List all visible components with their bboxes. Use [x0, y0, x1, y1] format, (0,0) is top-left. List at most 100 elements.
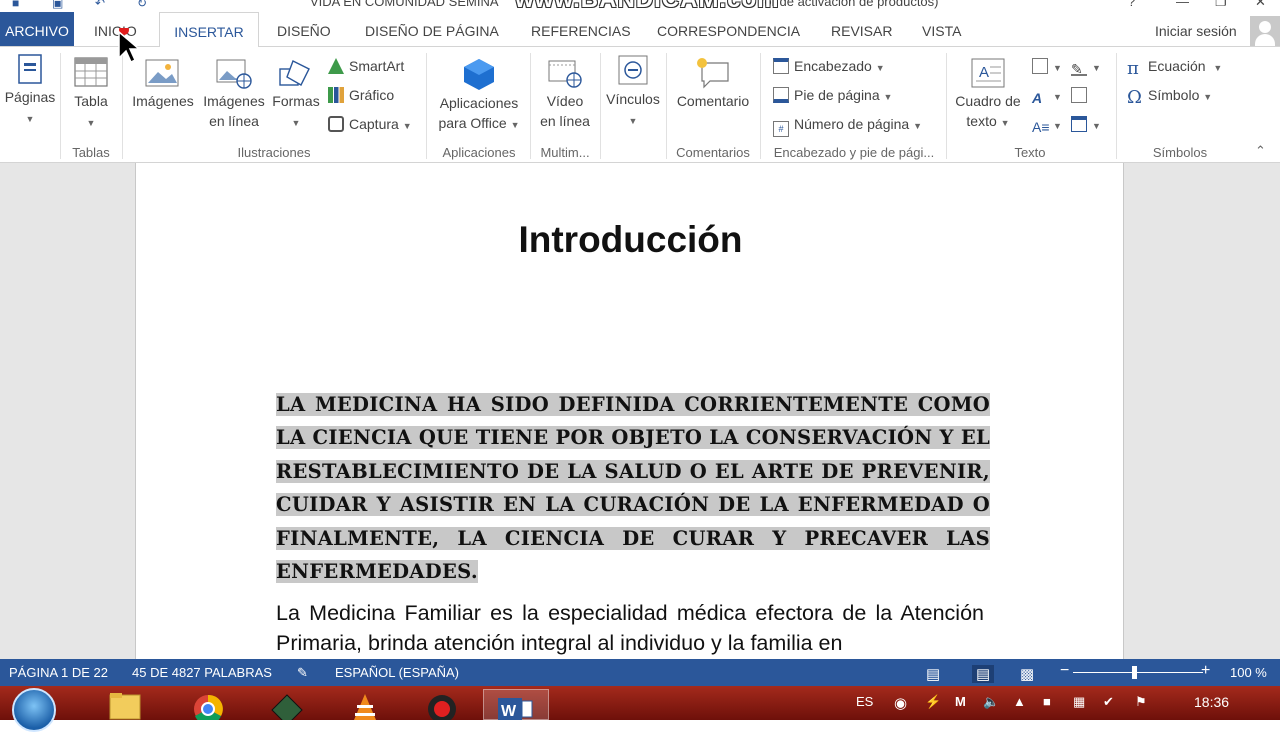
- signin-link[interactable]: Iniciar sesión: [1155, 12, 1237, 50]
- formas-button[interactable]: Formas ▼: [268, 57, 324, 133]
- clock-time[interactable]: 18:36: [1194, 694, 1229, 710]
- footer-icon: [773, 87, 789, 103]
- paginas-label: Páginas: [4, 89, 56, 105]
- collapse-ribbon-icon[interactable]: ⌃: [1255, 143, 1266, 159]
- aplicaciones-office-button[interactable]: Aplicaciones para Office ▼: [432, 57, 526, 135]
- encabezado-button[interactable]: Encabezado ▼: [773, 57, 885, 77]
- paginas-button[interactable]: Páginas ▼: [2, 53, 58, 129]
- ecuacion-label: Ecuación: [1148, 58, 1206, 74]
- body-paragraph[interactable]: La Medicina Familiar es la especialidad …: [276, 598, 984, 658]
- zoom-slider-thumb[interactable]: [1132, 666, 1137, 679]
- ribbon-insertar: Páginas ▼ Tabla ▼ Tablas Imágenes Imágenes…: [0, 46, 1280, 163]
- tab-revisar[interactable]: REVISAR: [831, 12, 892, 46]
- vinculos-button[interactable]: Vínculos ▼: [603, 53, 663, 131]
- chevron-down-icon: ▼: [628, 116, 638, 126]
- imagenes-en-linea-button[interactable]: Imágenes en línea: [199, 57, 269, 131]
- restore-icon[interactable]: ❐: [1215, 0, 1227, 10]
- video-en-linea-button[interactable]: Vídeo en línea: [534, 57, 596, 131]
- web-layout-icon[interactable]: ▩: [1020, 665, 1034, 683]
- tab-referencias[interactable]: REFERENCIAS: [531, 12, 631, 46]
- tray-app-icon[interactable]: ✔: [1103, 694, 1114, 710]
- vlc-taskbar-button[interactable]: [340, 689, 390, 720]
- recording-watermark: www.BANDICAM.com: [515, 0, 779, 12]
- selected-text[interactable]: LA MEDICINA HA SIDO DEFINIDA CORRIENTEME…: [276, 393, 990, 584]
- date-time-button[interactable]: [1071, 86, 1092, 104]
- tray-app-icon[interactable]: ■: [1043, 694, 1051, 709]
- imagenes-button[interactable]: Imágenes: [128, 57, 198, 111]
- group-label-tablas: Tablas: [72, 145, 110, 160]
- document-page[interactable]: Introducción LA MEDICINA HA SIDO DEFINID…: [135, 163, 1124, 659]
- simbolo-button[interactable]: Ω Símbolo ▼: [1127, 86, 1212, 107]
- tray-icon[interactable]: ⚡: [925, 694, 941, 710]
- app-taskbar-button[interactable]: [262, 689, 312, 726]
- ecuacion-button[interactable]: π Ecuación ▼: [1127, 57, 1222, 78]
- page-count[interactable]: PÁGINA 1 DE 22: [9, 665, 108, 680]
- chrome-taskbar-button[interactable]: [183, 689, 233, 725]
- input-language[interactable]: ES: [856, 694, 873, 709]
- tab-correspondencia[interactable]: CORRESPONDENCIA: [657, 12, 800, 46]
- comentario-label: Comentario: [676, 93, 750, 109]
- language-indicator[interactable]: ESPAÑOL (ESPAÑA): [335, 665, 459, 680]
- close-icon[interactable]: ✕: [1255, 0, 1266, 10]
- window-title: VIDA EN COMUNIDAD SEMINA: [310, 0, 499, 9]
- start-button[interactable]: [12, 688, 56, 732]
- action-center-flag-icon[interactable]: ⚑: [1135, 694, 1147, 710]
- zoom-level[interactable]: 100 %: [1230, 665, 1267, 680]
- zoom-in-button[interactable]: +: [1201, 662, 1210, 680]
- cuadro-de-texto-button[interactable]: A Cuadro de texto ▼: [950, 57, 1026, 133]
- tab-diseno[interactable]: DISEÑO: [277, 12, 331, 46]
- zoom-out-button[interactable]: −: [1060, 662, 1069, 680]
- record-tray-icon[interactable]: ◉: [894, 694, 907, 712]
- object-button[interactable]: ▼: [1071, 115, 1101, 135]
- signature-line-button[interactable]: ✎ ▼: [1071, 57, 1101, 77]
- calendar-icon: [1071, 87, 1087, 103]
- minimize-icon[interactable]: —: [1176, 0, 1189, 9]
- drop-cap-button[interactable]: A≡ ▼: [1032, 115, 1062, 135]
- tab-diseno-pagina[interactable]: DISEÑO DE PÁGINA: [365, 12, 499, 46]
- record-icon: [428, 695, 456, 723]
- document-area[interactable]: Introducción LA MEDICINA HA SIDO DEFINID…: [0, 163, 1280, 659]
- smartart-button[interactable]: SmartArt: [328, 57, 404, 75]
- tabla-button[interactable]: Tabla ▼: [64, 57, 118, 133]
- document-title[interactable]: Introducción: [136, 219, 1125, 261]
- user-avatar[interactable]: [1250, 16, 1280, 46]
- chevron-down-icon: ▼: [291, 118, 301, 128]
- window-title-suffix: ror de activación de productos): [760, 0, 939, 9]
- word-app-icon: ■: [12, 0, 20, 10]
- proofing-icon[interactable]: ✎: [297, 665, 308, 681]
- chevron-down-icon: ▼: [1053, 92, 1062, 102]
- tab-insertar[interactable]: INSERTAR: [159, 12, 259, 47]
- help-icon[interactable]: ?: [1128, 0, 1135, 9]
- zoom-slider[interactable]: [1073, 672, 1203, 673]
- numero-de-pagina-button[interactable]: # Número de página ▼: [773, 115, 922, 137]
- save-icon[interactable]: ▣: [52, 0, 63, 10]
- selected-paragraph[interactable]: LA MEDICINA HA SIDO DEFINIDA CORRIENTEME…: [276, 388, 990, 588]
- comentario-button[interactable]: Comentario: [670, 57, 756, 111]
- numero-pagina-label: Número de página: [794, 116, 910, 132]
- title-bar: ■ ▣ ↶ ↻ VIDA EN COMUNIDAD SEMINA ror de …: [0, 0, 1280, 12]
- quick-parts-button[interactable]: ▼: [1032, 57, 1062, 77]
- comment-icon: [697, 58, 729, 89]
- captura-button[interactable]: Captura ▼: [328, 115, 412, 135]
- read-mode-icon[interactable]: ▤: [926, 665, 940, 683]
- redo-icon[interactable]: ↻: [137, 0, 147, 10]
- grafico-button[interactable]: Gráfico: [328, 86, 394, 104]
- chevron-down-icon: ▼: [883, 92, 893, 102]
- explorer-taskbar-button[interactable]: [100, 689, 150, 720]
- bandicam-taskbar-button[interactable]: [417, 689, 467, 723]
- wordart-button[interactable]: A ▼: [1032, 86, 1062, 106]
- tray-app-icon[interactable]: ▦: [1073, 694, 1085, 710]
- tray-m-icon[interactable]: M: [955, 694, 966, 709]
- pie-de-pagina-button[interactable]: Pie de página ▼: [773, 86, 892, 106]
- vinculos-label: Vínculos: [606, 91, 660, 107]
- word-taskbar-button[interactable]: W: [483, 689, 549, 720]
- tab-archivo[interactable]: ARCHIVO: [0, 12, 74, 46]
- tab-vista[interactable]: VISTA: [922, 12, 961, 46]
- volume-icon[interactable]: 🔈: [983, 694, 999, 710]
- print-layout-icon[interactable]: ▤: [972, 665, 995, 683]
- group-label-encabezado-pie: Encabezado y pie de pági...: [773, 145, 935, 160]
- undo-icon[interactable]: ↶: [95, 0, 105, 10]
- network-icon[interactable]: ▲: [1013, 694, 1026, 709]
- word-count[interactable]: 45 DE 4827 PALABRAS: [132, 665, 272, 680]
- group-label-multimedia: Multim...: [540, 145, 590, 160]
